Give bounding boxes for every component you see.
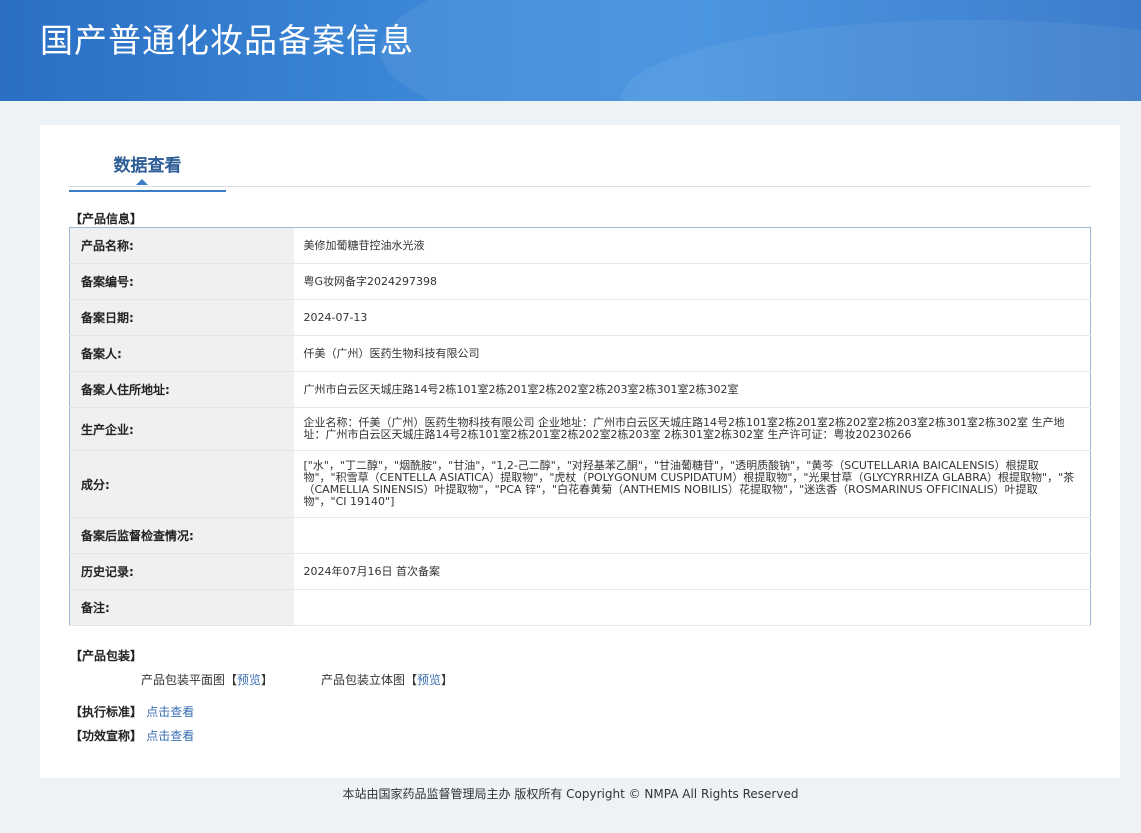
row-value-registrant: 仟美（广州）医药生物科技有限公司: [293, 335, 1091, 372]
product-info-heading: 【产品信息】: [70, 212, 143, 226]
packaging-solid-item: 产品包装立体图【预览】: [321, 671, 453, 688]
table-row: 成分: ["水"，"丁二醇"，"烟酰胺"，"甘油"，"1,2-己二醇"，"对羟基…: [69, 450, 1091, 518]
row-key-history: 历史记录:: [69, 553, 294, 590]
tab-divider: [69, 186, 1091, 187]
table-row: 备案日期: 2024-07-13: [69, 299, 1091, 336]
standard-view-link[interactable]: 点击查看: [146, 705, 194, 719]
packaging-flat-item: 产品包装平面图【预览】: [141, 671, 273, 688]
efficacy-view-link[interactable]: 点击查看: [146, 729, 194, 743]
row-value-product-name: 美修加葡糖苷控油水光液: [293, 227, 1091, 264]
row-key-supervision: 备案后监督检查情况:: [69, 517, 294, 554]
bracket-close: 】: [441, 673, 454, 687]
row-key-manufacturer: 生产企业:: [69, 407, 294, 451]
row-key-ingredients: 成分:: [69, 450, 294, 518]
bracket-open: 【: [405, 673, 418, 687]
page-footer: 本站由国家药品监督管理局主办 版权所有 Copyright © NMPA All…: [342, 787, 799, 801]
packaging-flat-preview-link[interactable]: 预览: [237, 673, 261, 687]
table-row: 生产企业: 企业名称：仟美（广州）医药生物科技有限公司 企业地址：广州市白云区天…: [69, 407, 1091, 451]
bracket-close: 】: [261, 673, 274, 687]
row-value-ingredients: ["水"，"丁二醇"，"烟酰胺"，"甘油"，"1,2-己二醇"，"对羟基苯乙酮"…: [293, 450, 1091, 518]
table-row: 历史记录: 2024年07月16日 首次备案: [69, 553, 1091, 590]
table-row: 产品名称: 美修加葡糖苷控油水光液: [69, 227, 1091, 264]
table-row: 备案编号: 粤G妆网备字2024297398: [69, 263, 1091, 300]
row-value-manufacturer: 企业名称：仟美（广州）医药生物科技有限公司 企业地址：广州市白云区天城庄路14号…: [293, 407, 1091, 451]
row-value-remarks: [293, 589, 1091, 626]
row-key-registrant-address: 备案人住所地址:: [69, 371, 294, 408]
row-value-registration-date: 2024-07-13: [293, 299, 1091, 336]
row-value-supervision: [293, 517, 1091, 554]
packaging-solid-preview-link[interactable]: 预览: [417, 673, 441, 687]
page-header: 国产普通化妆品备案信息: [0, 0, 1141, 101]
row-key-registration-date: 备案日期:: [69, 299, 294, 336]
packaging-flat-label: 产品包装平面图: [141, 673, 226, 687]
table-row: 备案人: 仟美（广州）医药生物科技有限公司: [69, 335, 1091, 372]
standard-row: 【执行标准】 点击查看: [70, 703, 194, 720]
efficacy-label: 【功效宣称】: [70, 729, 143, 743]
row-value-history: 2024年07月16日 首次备案: [293, 553, 1091, 590]
row-key-registrant: 备案人:: [69, 335, 294, 372]
bracket-open: 【: [225, 673, 238, 687]
table-row: 备注:: [69, 589, 1091, 626]
row-value-registration-number: 粤G妆网备字2024297398: [293, 263, 1091, 300]
table-row: 备案后监督检查情况:: [69, 517, 1091, 554]
efficacy-row: 【功效宣称】 点击查看: [70, 727, 194, 744]
row-key-registration-number: 备案编号:: [69, 263, 294, 300]
packaging-solid-label: 产品包装立体图: [321, 673, 406, 687]
row-value-registrant-address: 广州市白云区天城庄路14号2栋101室2栋201室2栋202室2栋203室2栋3…: [293, 371, 1091, 408]
row-key-remarks: 备注:: [69, 589, 294, 626]
packaging-heading: 【产品包装】: [70, 649, 143, 663]
product-info-table: 产品名称: 美修加葡糖苷控油水光液 备案编号: 粤G妆网备字2024297398…: [69, 227, 1091, 626]
page-title: 国产普通化妆品备案信息: [40, 21, 414, 60]
tab-active-indicator: [136, 179, 148, 185]
table-row: 备案人住所地址: 广州市白云区天城庄路14号2栋101室2栋201室2栋202室…: [69, 371, 1091, 408]
content-card: 数据查看 【产品信息】 产品名称: 美修加葡糖苷控油水光液 备案编号: 粤G妆网…: [40, 125, 1120, 778]
standard-label: 【执行标准】: [70, 705, 143, 719]
row-key-product-name: 产品名称:: [69, 227, 294, 264]
